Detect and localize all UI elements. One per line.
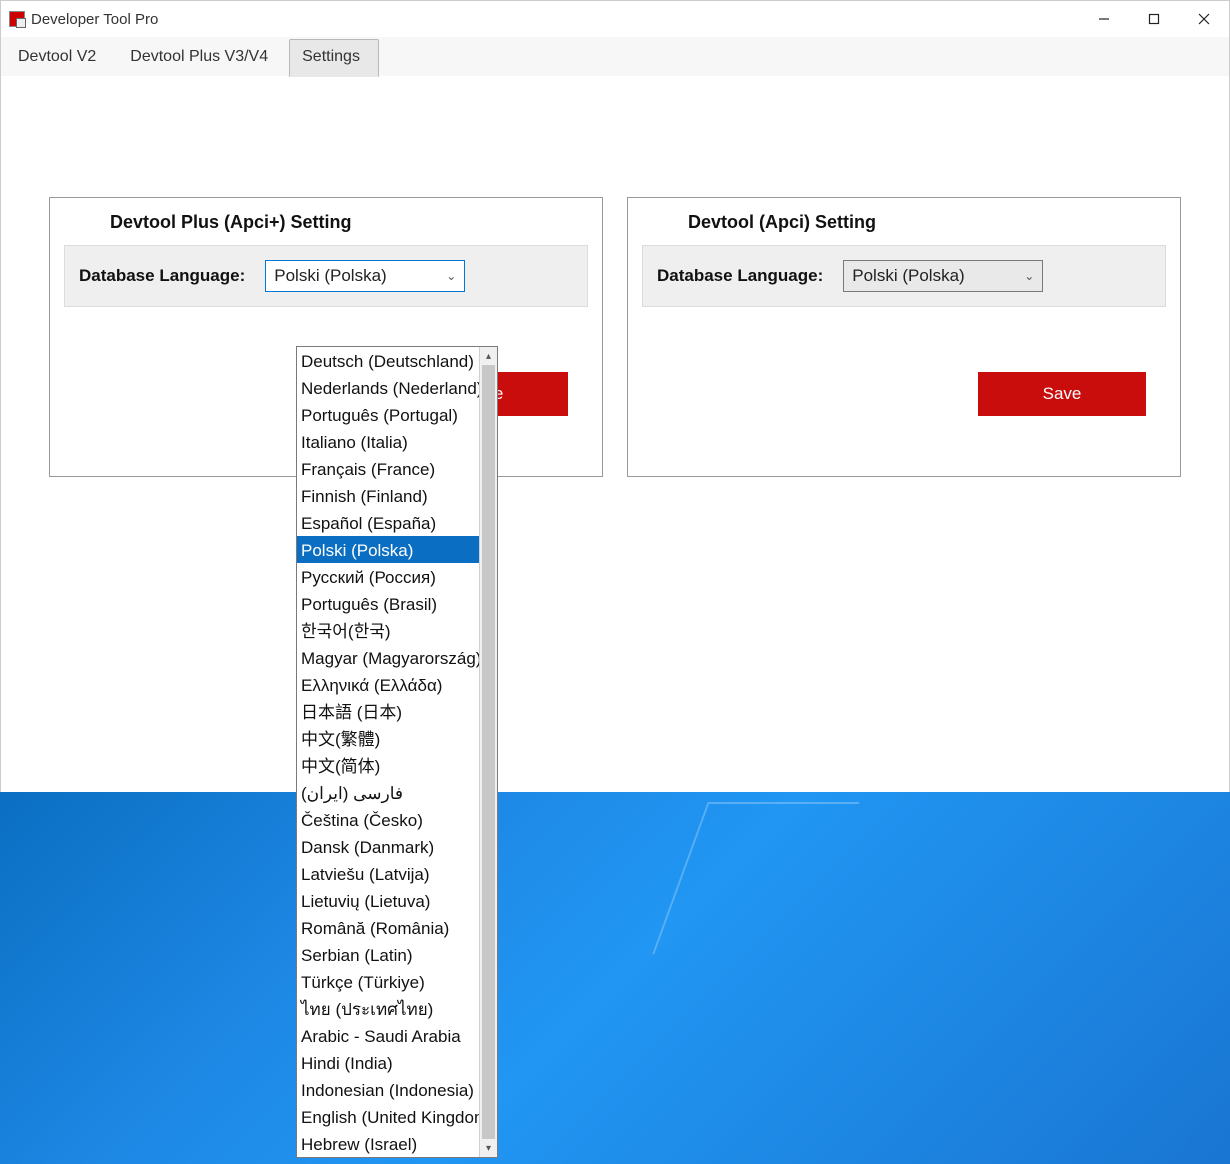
dropdown-item[interactable]: Ελληνικά (Ελλάδα): [297, 671, 479, 698]
panel-right-language-combo[interactable]: Polski (Polska) ⌄: [843, 260, 1043, 292]
scroll-down-arrow-icon[interactable]: ▾: [480, 1139, 497, 1157]
dropdown-item[interactable]: Čeština (Česko): [297, 806, 479, 833]
maximize-button[interactable]: [1129, 3, 1179, 35]
panel-left-field: Database Language: Polski (Polska) ⌄: [64, 245, 588, 307]
dropdown-item[interactable]: English (United Kingdom): [297, 1103, 479, 1130]
dropdown-item[interactable]: Magyar (Magyarország): [297, 644, 479, 671]
dropdown-item[interactable]: Dansk (Danmark): [297, 833, 479, 860]
dropdown-item[interactable]: Arabic - Saudi Arabia: [297, 1022, 479, 1049]
panel-left-field-label: Database Language:: [79, 266, 245, 286]
dropdown-item[interactable]: Finnish (Finland): [297, 482, 479, 509]
panel-right-combo-value: Polski (Polska): [852, 266, 964, 286]
dropdown-item[interactable]: Polski (Polska): [297, 536, 479, 563]
chevron-down-icon: ⌄: [446, 269, 456, 283]
panel-devtool-title: Devtool (Apci) Setting: [628, 198, 1180, 241]
dropdown-item[interactable]: Latviešu (Latvija): [297, 860, 479, 887]
chevron-down-icon: ⌄: [1024, 269, 1034, 283]
dropdown-item[interactable]: Română (România): [297, 914, 479, 941]
dropdown-item[interactable]: Serbian (Latin): [297, 941, 479, 968]
dropdown-item[interactable]: فارسی (ایران): [297, 779, 479, 806]
tab-devtool-plus[interactable]: Devtool Plus V3/V4: [117, 39, 287, 77]
app-icon: [9, 11, 25, 27]
dropdown-item[interactable]: Français (France): [297, 455, 479, 482]
tab-settings[interactable]: Settings: [289, 39, 379, 77]
language-dropdown-list[interactable]: Deutsch (Deutschland)Nederlands (Nederla…: [296, 346, 498, 1158]
minimize-icon: [1098, 13, 1110, 25]
dropdown-item[interactable]: ไทย (ประเทศไทย): [297, 995, 479, 1022]
dropdown-items-container: Deutsch (Deutschland)Nederlands (Nederla…: [297, 347, 479, 1157]
desktop-background: [0, 792, 1230, 1164]
minimize-button[interactable]: [1079, 3, 1129, 35]
app-window: Developer Tool Pro Devtool V2 Devtool Pl…: [0, 0, 1230, 792]
dropdown-item[interactable]: Español (España): [297, 509, 479, 536]
maximize-icon: [1148, 13, 1160, 25]
titlebar: Developer Tool Pro: [1, 1, 1229, 37]
panel-devtool: Devtool (Apci) Setting Database Language…: [627, 197, 1181, 477]
dropdown-item[interactable]: 中文(简体): [297, 752, 479, 779]
scroll-thumb[interactable]: [482, 365, 495, 1139]
dropdown-item[interactable]: Deutsch (Deutschland): [297, 347, 479, 374]
panel-devtool-plus-title: Devtool Plus (Apci+) Setting: [50, 198, 602, 241]
dropdown-item[interactable]: Hindi (India): [297, 1049, 479, 1076]
dropdown-item[interactable]: Português (Portugal): [297, 401, 479, 428]
close-icon: [1198, 13, 1210, 25]
panel-right-save-button[interactable]: Save: [978, 372, 1146, 416]
dropdown-item[interactable]: Türkçe (Türkiye): [297, 968, 479, 995]
scroll-up-arrow-icon[interactable]: ▴: [480, 347, 497, 365]
panel-left-combo-value: Polski (Polska): [274, 266, 386, 286]
dropdown-item[interactable]: Lietuvių (Lietuva): [297, 887, 479, 914]
dropdown-scrollbar[interactable]: ▴ ▾: [479, 347, 497, 1157]
dropdown-item[interactable]: Nederlands (Nederland): [297, 374, 479, 401]
dropdown-item[interactable]: 日本語 (日本): [297, 698, 479, 725]
dropdown-item[interactable]: 中文(繁體): [297, 725, 479, 752]
panel-right-field-label: Database Language:: [657, 266, 823, 286]
tab-devtool-v2[interactable]: Devtool V2: [5, 39, 115, 77]
window-title: Developer Tool Pro: [31, 11, 158, 28]
dropdown-item[interactable]: 한국어(한국): [297, 617, 479, 644]
titlebar-left: Developer Tool Pro: [9, 11, 158, 28]
settings-tab-content: Devtool Plus (Apci+) Setting Database La…: [1, 77, 1229, 792]
dropdown-item[interactable]: Русский (Россия): [297, 563, 479, 590]
tab-bar: Devtool V2 Devtool Plus V3/V4 Settings: [1, 37, 1229, 77]
dropdown-item[interactable]: Italiano (Italia): [297, 428, 479, 455]
dropdown-item[interactable]: Indonesian (Indonesia): [297, 1076, 479, 1103]
panel-right-field: Database Language: Polski (Polska) ⌄: [642, 245, 1166, 307]
close-button[interactable]: [1179, 3, 1229, 35]
panel-left-language-combo[interactable]: Polski (Polska) ⌄: [265, 260, 465, 292]
panels-row: Devtool Plus (Apci+) Setting Database La…: [1, 77, 1229, 477]
dropdown-item[interactable]: Hebrew (Israel): [297, 1130, 479, 1157]
window-controls: [1079, 3, 1229, 35]
dropdown-item[interactable]: Português (Brasil): [297, 590, 479, 617]
